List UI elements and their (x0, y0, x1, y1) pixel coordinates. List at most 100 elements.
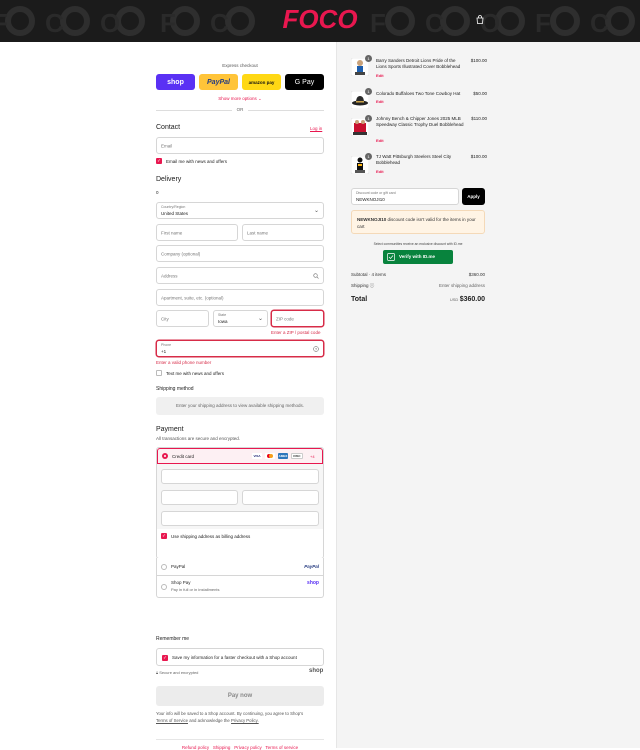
payment-subtitle: All transactions are secure and encrypte… (156, 436, 241, 441)
email-news-checkbox[interactable]: ✓ (156, 158, 162, 164)
apartment-field[interactable]: Apartment, suite, etc. (optional) (156, 289, 324, 306)
quantity-badge: 1 (365, 88, 372, 95)
city-field[interactable]: City (156, 310, 209, 327)
apply-discount-button[interactable]: Apply (462, 188, 485, 205)
cart-item-price: $110.00 (471, 116, 487, 121)
company-field[interactable]: Company (optional) (156, 245, 324, 262)
quantity-badge: 1 (365, 153, 372, 160)
checkout-form: Express checkout shop PayPal amazon pay … (0, 42, 336, 750)
paypal-button[interactable]: PayPal (199, 74, 238, 90)
payment-title: Payment (156, 426, 184, 433)
cart-item-name: Colorado Buffaloes Two Tone Cowboy Hat (376, 91, 461, 96)
discount-code-field[interactable]: Discount code or gift card NEWKNOJI10 (351, 188, 459, 205)
cart-item-price: $100.00 (470, 154, 487, 159)
address-field[interactable]: Address (156, 267, 324, 284)
shop-pay-radio[interactable] (161, 584, 167, 590)
pay-now-button[interactable]: Pay now (156, 686, 324, 706)
or-divider: OR (156, 106, 324, 114)
chevron-down-icon: ⌄ (313, 208, 319, 214)
zip-code-field[interactable]: ZIP code (271, 310, 324, 327)
chevron-down-icon: ⌄ (258, 96, 262, 101)
card-fields-area (157, 464, 323, 529)
save-info-label: Save my information for a faster checkou… (172, 655, 297, 660)
shop-pay-button[interactable]: shop (156, 74, 195, 90)
visa-icon: VISA (252, 453, 262, 459)
secure-note: 🔒︎ Secure and encrypted (156, 670, 199, 675)
phone-field[interactable]: Phone +1 ? (156, 340, 324, 357)
info-icon[interactable]: ⓘ (370, 283, 375, 288)
shopping-bag-icon[interactable] (476, 15, 484, 24)
phone-error-message: Enter a valid phone number (156, 360, 212, 365)
security-code-field[interactable] (242, 490, 319, 505)
remember-me-title: Remember me (156, 636, 190, 642)
email-field[interactable]: Email (156, 137, 324, 154)
billing-address-checkbox[interactable]: ✓ (161, 533, 167, 539)
paypal-logo-icon: PayPal (304, 564, 319, 569)
shipping-label: Shipping ⓘ (351, 283, 375, 288)
credit-card-radio[interactable] (162, 453, 168, 459)
card-number-field[interactable] (161, 469, 319, 484)
delivery-zero: 0 (156, 190, 159, 195)
first-name-field[interactable]: First name (156, 224, 238, 241)
subtotal-label: Subtotal · 4 items (351, 272, 387, 277)
login-link[interactable]: Log in (310, 126, 322, 131)
credit-card-panel: Credit card VISA AMEX DISC +4 ✓ Use ship… (156, 447, 324, 559)
cart-item-price: $100.00 (470, 58, 487, 63)
country-select[interactable]: Country/Region United States ⌄ (156, 202, 324, 219)
cart-item-name: Johnny Bench & Chipper Jones 2025 MLB Sp… (376, 116, 464, 127)
billing-address-label: Use shipping address as billing address (171, 534, 251, 539)
email-news-label: Email me with news and offers (166, 159, 227, 164)
show-more-options-link[interactable]: Show more options ⌄ (156, 96, 324, 102)
credit-card-option[interactable]: Credit card VISA AMEX DISC +4 (157, 448, 323, 464)
quantity-badge: 1 (365, 115, 372, 122)
brand-logo[interactable]: FOCO (0, 4, 640, 35)
cart-item-edit-link[interactable]: Edit (376, 99, 384, 104)
idme-note: Select communities receive an exclusive … (373, 242, 463, 246)
google-pay-button[interactable]: G Pay (285, 74, 324, 90)
zip-error-message: Enter a ZIP / postal code (271, 330, 321, 335)
shipping-method-box: Enter your shipping address to view avai… (156, 397, 324, 415)
shipping-method-title: Shipping method (156, 386, 194, 392)
shop-pay-logo-icon: shop (307, 580, 319, 586)
paypal-radio[interactable] (161, 564, 167, 570)
amex-icon: AMEX (278, 453, 288, 459)
discount-warning-banner: NEWKNOJI10 discount code isn't valid for… (351, 210, 485, 234)
text-news-label: Text me with news and offers (166, 371, 224, 376)
expiry-field[interactable] (161, 490, 238, 505)
shipping-value: Enter shipping address (438, 283, 485, 288)
last-name-field[interactable]: Last name (242, 224, 324, 241)
remember-me-box: ✓ Save my information for a faster check… (156, 648, 324, 666)
lock-icon: 🔒︎ (156, 670, 159, 675)
order-summary: 1 Barry Sanders Detroit Lions Pride of t… (336, 42, 640, 748)
help-circle-icon[interactable]: ? (313, 346, 319, 352)
delivery-title: Delivery (156, 176, 182, 183)
more-cards-badge: +4 (310, 454, 315, 459)
state-select[interactable]: State Iowa ⌄ (213, 310, 268, 327)
shop-logo-icon: shop (309, 668, 324, 674)
contact-title: Contact (156, 124, 181, 131)
total-label: Total (351, 296, 368, 303)
shop-pay-option[interactable]: Shop Pay Pay in full or in installments … (156, 576, 324, 598)
chevron-down-icon: ⌄ (257, 316, 263, 322)
discover-icon: DISC (291, 453, 303, 459)
subtotal-value: $360.00 (468, 272, 485, 277)
header: FCO FCF COF C FOCO (0, 0, 640, 42)
shield-check-icon (387, 253, 395, 261)
total-value: USD $360.00 (449, 296, 485, 303)
cart-item-edit-link[interactable]: Edit (376, 138, 384, 143)
privacy-link[interactable]: Privacy Policy. (231, 718, 259, 723)
verify-idme-button[interactable]: Verify with ID.me (383, 250, 453, 264)
search-icon (313, 273, 319, 279)
text-news-checkbox[interactable] (156, 370, 162, 376)
express-checkout-label: Express checkout (222, 63, 258, 68)
cart-item-edit-link[interactable]: Edit (376, 169, 384, 174)
cart-item-name: Barry Sanders Detroit Lions Pride of the… (376, 58, 461, 69)
cart-item-edit-link[interactable]: Edit (376, 73, 384, 78)
save-info-checkbox[interactable]: ✓ (162, 655, 168, 661)
name-on-card-field[interactable] (161, 511, 319, 526)
paypal-option[interactable]: PayPal PayPal (156, 558, 324, 576)
quantity-badge: 1 (365, 55, 372, 62)
amazon-pay-button[interactable]: amazon pay (242, 74, 281, 90)
terms-link[interactable]: Terms of Service (156, 718, 188, 723)
legal-text: Your info will be saved to a Shop accoun… (156, 711, 304, 723)
